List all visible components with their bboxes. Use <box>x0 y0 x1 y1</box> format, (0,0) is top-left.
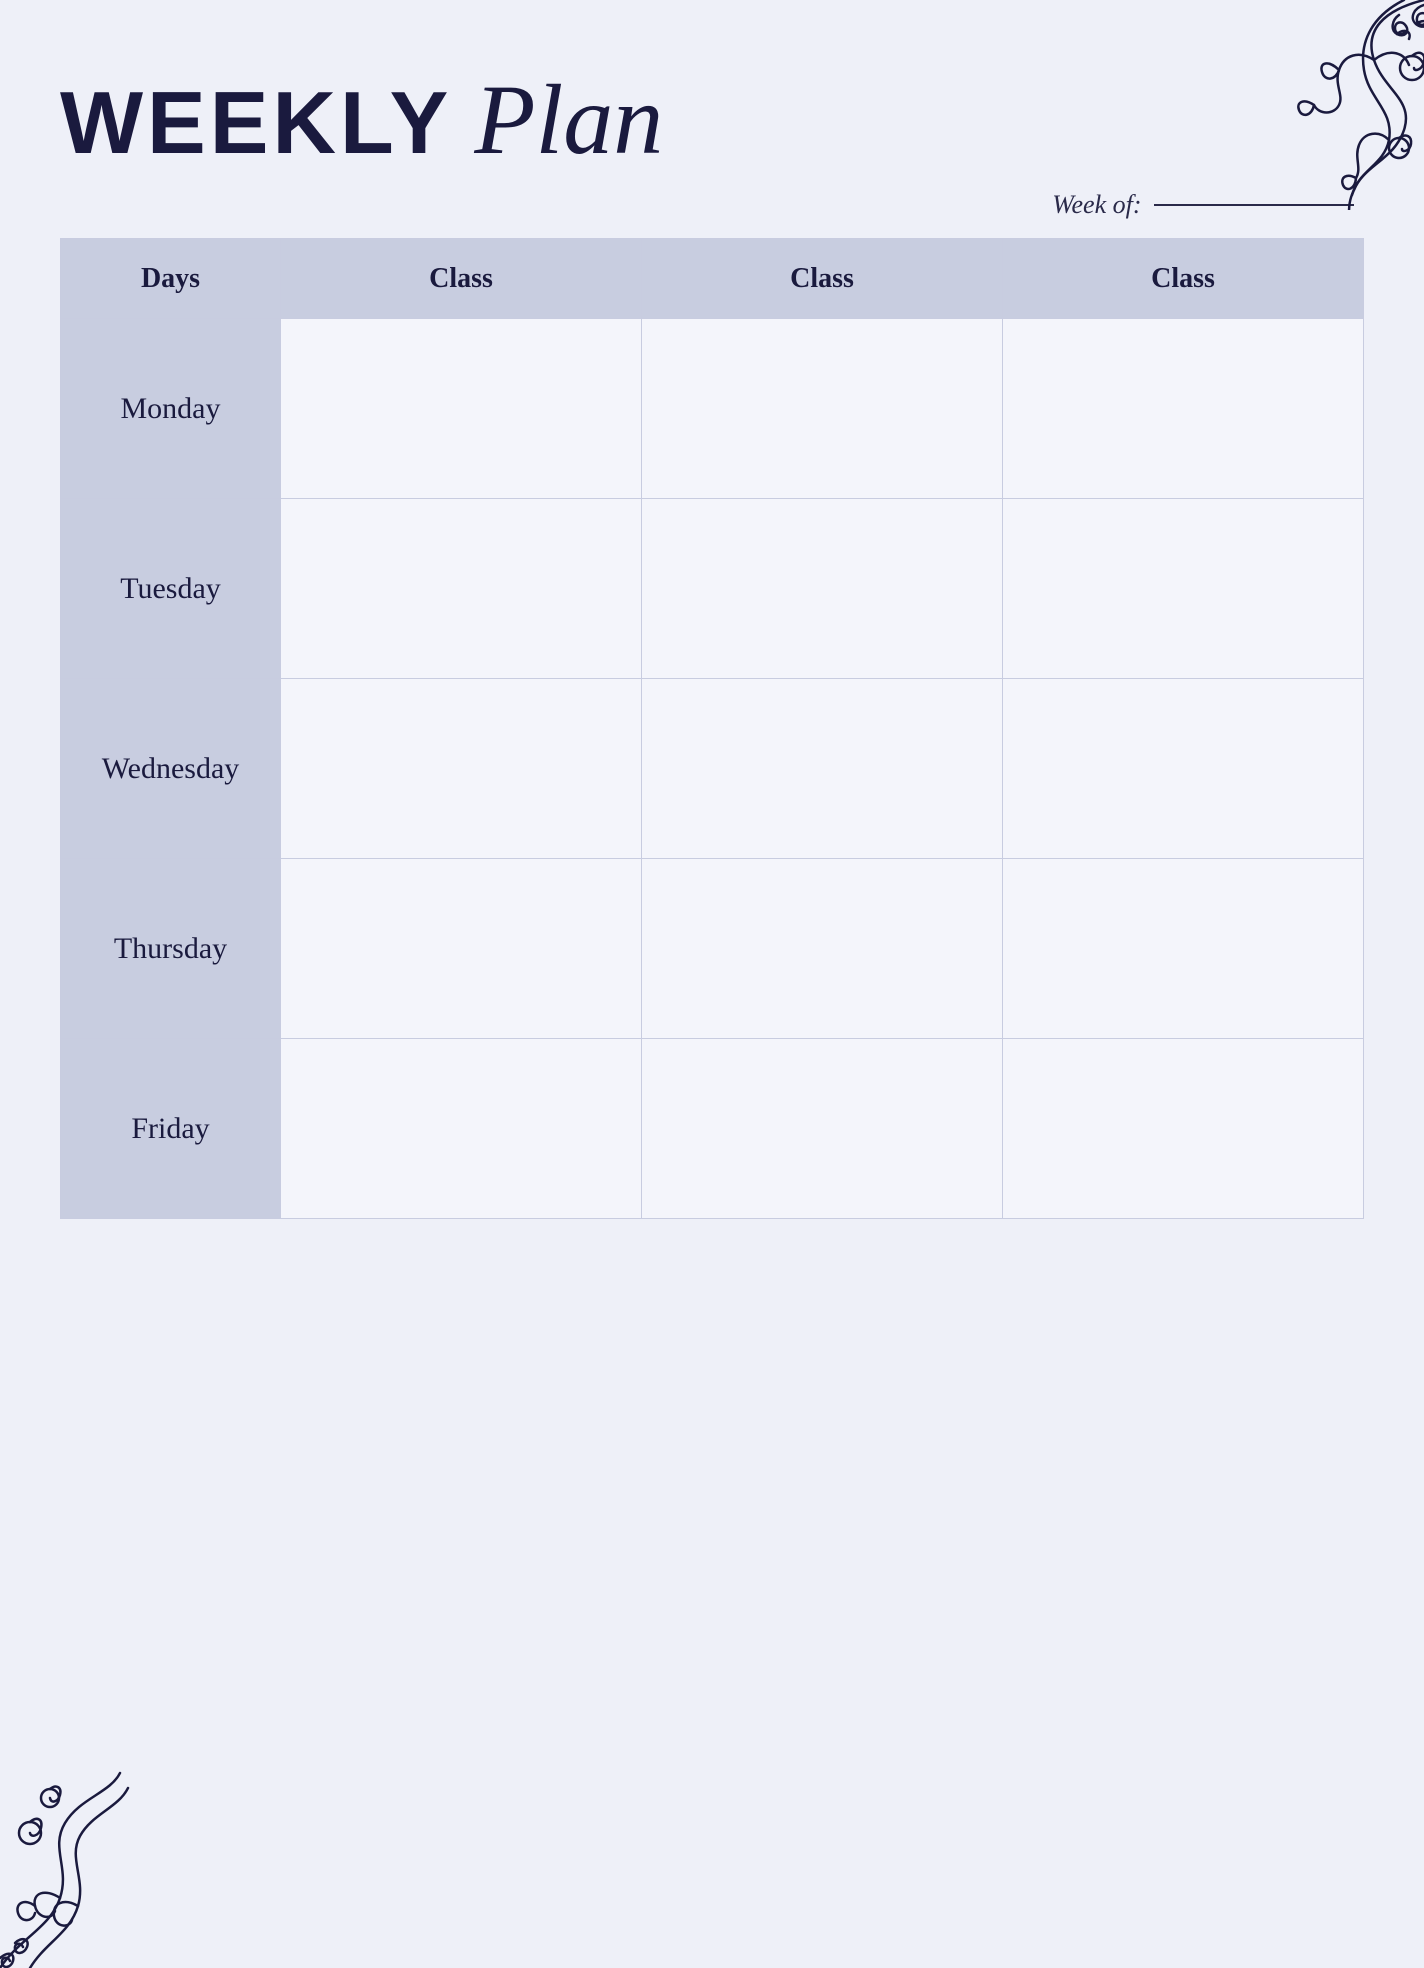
table-row: Friday <box>61 1039 1364 1219</box>
day-tuesday: Tuesday <box>61 499 281 679</box>
content-cell-tuesday-2[interactable] <box>642 499 1003 679</box>
table-row: Wednesday <box>61 679 1364 859</box>
week-of-row: Week of: <box>60 190 1364 220</box>
content-cell-tuesday-3[interactable] <box>1003 499 1364 679</box>
content-cell-wednesday-1[interactable] <box>281 679 642 859</box>
col-header-class1: Class <box>281 239 642 319</box>
table-row: Monday <box>61 319 1364 499</box>
content-cell-wednesday-3[interactable] <box>1003 679 1364 859</box>
day-wednesday: Wednesday <box>61 679 281 859</box>
title-plan: Plan <box>474 70 663 170</box>
planner-table: Days Class Class Class Monday <box>60 238 1364 1219</box>
col-header-class3: Class <box>1003 239 1364 319</box>
table-row: Tuesday <box>61 499 1364 679</box>
content-cell-monday-3[interactable] <box>1003 319 1364 499</box>
col-header-days: Days <box>61 239 281 319</box>
floral-bottom-left-decoration <box>0 1768 200 1968</box>
header-row: Days Class Class Class <box>61 239 1364 319</box>
content-cell-thursday-1[interactable] <box>281 859 642 1039</box>
col-header-class2: Class <box>642 239 1003 319</box>
content-cell-tuesday-1[interactable] <box>281 499 642 679</box>
day-friday: Friday <box>61 1039 281 1219</box>
floral-top-right-decoration <box>1204 0 1424 210</box>
day-thursday: Thursday <box>61 859 281 1039</box>
content-cell-monday-1[interactable] <box>281 319 642 499</box>
content-cell-wednesday-2[interactable] <box>642 679 1003 859</box>
content-cell-friday-3[interactable] <box>1003 1039 1364 1219</box>
title-weekly: WEEKLY <box>60 79 452 167</box>
content-cell-thursday-3[interactable] <box>1003 859 1364 1039</box>
table-row: Thursday <box>61 859 1364 1039</box>
page-container: WEEKLY Plan Week of: Days Class Class <box>0 0 1424 1968</box>
content-cell-friday-2[interactable] <box>642 1039 1003 1219</box>
content-cell-thursday-2[interactable] <box>642 859 1003 1039</box>
content-cell-friday-1[interactable] <box>281 1039 642 1219</box>
content-cell-monday-2[interactable] <box>642 319 1003 499</box>
week-of-label: Week of: <box>1052 190 1141 219</box>
day-monday: Monday <box>61 319 281 499</box>
header: WEEKLY Plan <box>60 70 1364 170</box>
